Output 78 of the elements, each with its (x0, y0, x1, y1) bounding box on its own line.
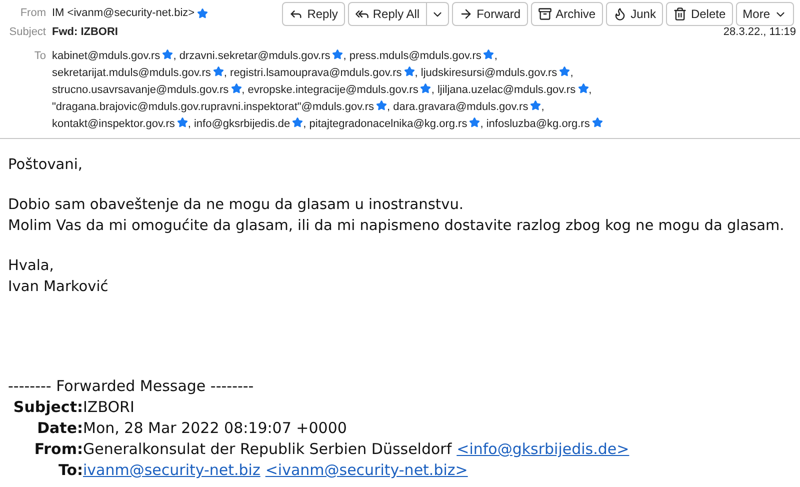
delete-button[interactable]: Delete (666, 2, 733, 26)
field-value: IZBORI (83, 397, 134, 418)
star-icon[interactable] (420, 83, 432, 94)
recipient[interactable]: info@gksrbijedis.de (194, 118, 290, 130)
body-text: Hvala, (8, 257, 55, 276)
recipient[interactable]: infosluzba@kg.org.rs (486, 118, 590, 130)
reply-all-button[interactable]: Reply All (348, 2, 427, 26)
star-icon[interactable] (196, 8, 208, 18)
star-icon[interactable] (483, 49, 494, 60)
archive-button[interactable]: Archive (530, 2, 603, 26)
date: 28.3.22., 11:19 (723, 26, 796, 38)
star-icon[interactable] (376, 100, 387, 111)
recipient[interactable]: dara.gravara@mduls.gov.rs (393, 101, 528, 113)
separator: , (480, 118, 484, 130)
email-link[interactable]: <info@gksrbijedis.de> (456, 439, 630, 460)
recipient[interactable]: press.mduls@mduls.gov.rs (349, 50, 482, 62)
subject: Fwd: IZBORI (52, 26, 118, 38)
reply-button[interactable]: Reply (282, 2, 345, 26)
star-icon[interactable] (212, 66, 224, 77)
separator: , (224, 67, 227, 79)
recipient[interactable]: sekretarijat.mduls@mduls.gov.rs (52, 67, 211, 79)
field-label: To (33, 49, 46, 64)
separator: , (494, 50, 498, 62)
field-label: Subject (8, 26, 46, 38)
recipient[interactable]: registri.lsamouprava@mduls.gov.rs (230, 67, 402, 79)
sender: IM <ivanm@security-net.biz> (52, 7, 195, 19)
email-link[interactable]: <ivanm@security-net.biz> (265, 460, 468, 481)
forward-button[interactable]: Forward (452, 2, 528, 26)
star-icon[interactable] (530, 100, 542, 111)
separator: , (588, 84, 592, 96)
field-label: From (19, 7, 46, 19)
star-icon[interactable] (292, 117, 304, 128)
separator: , (541, 101, 544, 113)
recipient[interactable]: ljiljana.uzelac@mduls.gov.rs (437, 84, 576, 96)
recipient[interactable]: kontakt@inspektor.gov.rs (52, 118, 175, 130)
recipient[interactable]: strucno.usavrsavanje@mduls.gov.rs (52, 84, 229, 96)
separator: , (414, 67, 418, 79)
star-icon[interactable] (592, 117, 603, 128)
recipient[interactable]: pitajtegradonacelnika@kg.org.rs (309, 118, 468, 130)
flame-icon (612, 7, 627, 21)
more-button[interactable]: More (736, 2, 794, 26)
separator: , (387, 101, 390, 113)
field-label: Date: (36, 418, 83, 439)
star-icon[interactable] (176, 117, 188, 128)
body-text: Poštovani, (8, 156, 84, 175)
separator: , (173, 50, 176, 62)
separator: , (431, 84, 434, 96)
star-icon[interactable] (230, 83, 242, 94)
separator: , (303, 118, 306, 130)
separator: , (343, 50, 346, 62)
star-icon[interactable] (559, 66, 570, 77)
star-icon[interactable] (404, 66, 415, 77)
body-text: Dobio sam obaveštenje da ne mogu da glasam u inostranstvu. (8, 196, 464, 215)
star-icon[interactable] (578, 83, 589, 94)
recipient[interactable]: kabinet@mduls.gov.rs (52, 50, 160, 62)
star-icon[interactable] (332, 49, 344, 60)
field-label: To: (57, 460, 83, 481)
archive-icon (538, 7, 552, 21)
body-text: Ivan Marković (8, 278, 110, 297)
separator: , (188, 118, 191, 130)
recipient[interactable]: ljudskiresursi@mduls.gov.rs (420, 67, 558, 79)
separator: , (570, 67, 574, 79)
star-icon[interactable] (162, 49, 174, 60)
separator: , (242, 84, 245, 96)
forwarded-title: -------- Forwarded Message -------- (8, 376, 255, 397)
body-text: Molim Vas da mi omogućite da glasam, ili da mi napismeno dostavite razlog zbog kog ne mogu da glasam. (8, 217, 786, 236)
dropdown-button[interactable] (426, 2, 449, 26)
field-value: Generalkonsulat der Republik Serbien Düsseldorf (83, 439, 452, 460)
recipient[interactable]: evropske.integracije@mduls.gov.rs (248, 84, 418, 96)
trash-icon (672, 7, 687, 21)
recipient[interactable]: drzavni.sekretar@mduls.gov.rs (179, 50, 330, 62)
star-icon[interactable] (469, 117, 480, 128)
junk-button[interactable]: Junk (606, 2, 663, 26)
field-label: Subject: (12, 397, 83, 418)
recipient[interactable]: "dragana.brajovic@mduls.gov.rupravni.inspektorat"@mduls.gov.rs (52, 101, 374, 113)
field-value: Mon, 28 Mar 2022 08:19:07 +0000 (83, 418, 347, 439)
email-link[interactable]: ivanm@security-net.biz (83, 460, 260, 481)
field-label: From: (33, 439, 83, 460)
